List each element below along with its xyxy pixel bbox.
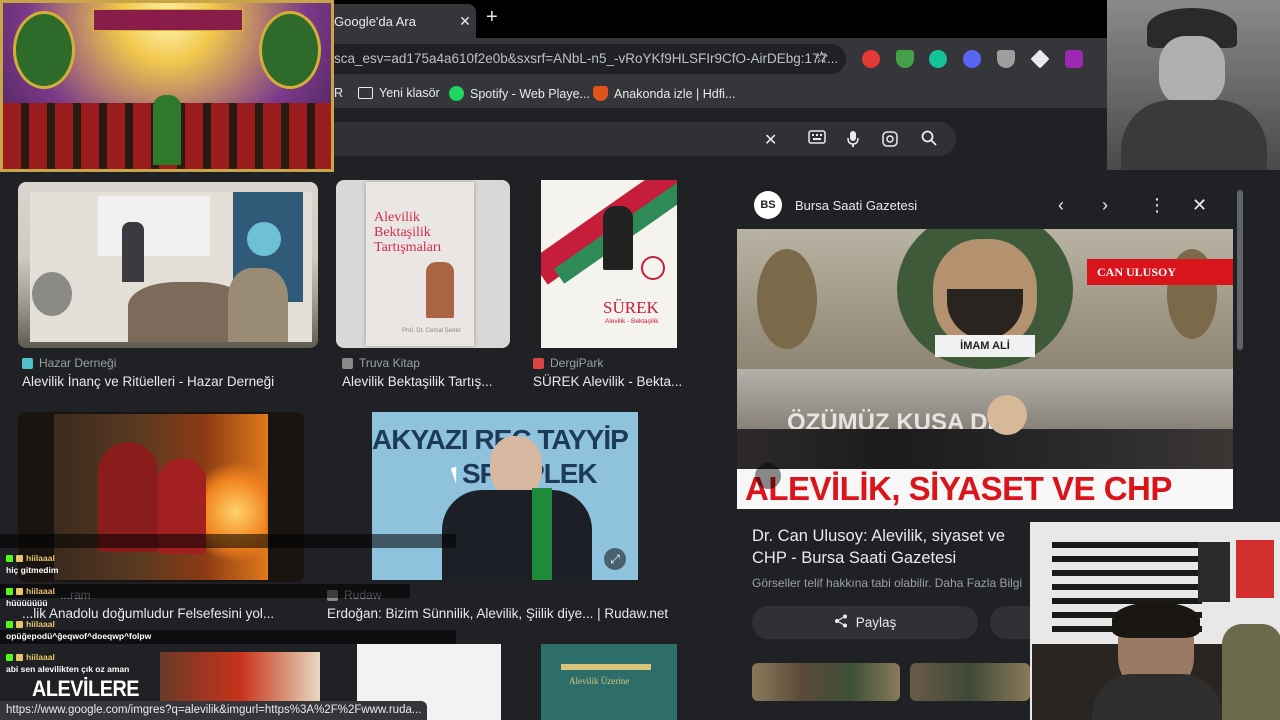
result-caption[interactable]: Alevilik Bektaşilik Tartış... <box>342 374 493 389</box>
expand-icon[interactable]: ⤢ <box>604 548 626 570</box>
tab-google-search[interactable]: Google'da Ara ✕ <box>322 4 476 38</box>
bookmark-anakonda[interactable]: Anakonda izle | Hdfi... <box>593 86 735 101</box>
image-name-tag: CAN ULUSOY <box>1087 259 1233 285</box>
book-author: Prof. Dr. Cemal Şener <box>402 328 461 334</box>
overlay-caption: ALEVİLERE <box>32 676 140 701</box>
result-image-dergipark[interactable]: SÜREK Alevilik - Bektaşilik <box>541 180 677 348</box>
search-icon[interactable] <box>921 130 937 150</box>
keyboard-icon[interactable] <box>808 130 826 148</box>
chat-text: hiç gitmedim <box>6 564 59 575</box>
status-url: https://www.google.com/imgres?q=alevilik… <box>0 701 428 720</box>
truva-favicon-icon <box>342 357 353 369</box>
bookmark-folder-yeni-klasor[interactable]: Yeni klasör <box>358 86 440 100</box>
bookmark-label: R <box>334 86 344 100</box>
panel-title[interactable]: Dr. Can Ulusoy: Alevilik, siyaset ve CHP… <box>752 525 1042 569</box>
result-caption[interactable]: SÜREK Alevilik - Bekta... <box>533 374 682 389</box>
source-logo: BS <box>754 191 782 219</box>
chat-text: hüüüüüüü <box>6 597 48 608</box>
result-source[interactable]: Hazar Derneği <box>22 356 116 370</box>
spotify-icon <box>449 86 464 101</box>
lens-icon[interactable] <box>755 463 781 489</box>
dergipark-favicon-icon <box>533 357 544 369</box>
chat-username: hiilaaal <box>26 652 55 662</box>
extension-diamond-icon[interactable] <box>1030 49 1050 69</box>
chat-username: hiilaaal <box>26 586 55 596</box>
book-title: Alevilik Üzerine <box>569 676 630 686</box>
webcam-feed <box>1030 522 1280 720</box>
result-image-truva[interactable]: Alevilik Bektaşilik Tartışmaları Prof. D… <box>336 180 510 348</box>
new-tab-button[interactable]: + <box>486 6 498 29</box>
microphone-icon[interactable] <box>846 130 860 152</box>
copyright-note[interactable]: Görseller telif hakkına tabi olabilir. D… <box>752 576 1022 590</box>
sub-badge-icon <box>16 554 23 562</box>
tab-title: Google'da Ara <box>334 13 416 29</box>
chat-text: opüğepodü^ğeqwof^doeqwp^folpw <box>6 630 152 641</box>
bookmark-label: Spotify - Web Playe... <box>470 86 590 101</box>
extension-shield-gray-icon[interactable] <box>997 50 1015 68</box>
kick-badge-icon <box>6 587 13 595</box>
related-image[interactable] <box>910 663 1030 701</box>
kick-badge-icon <box>6 620 13 628</box>
result-image-row3-b[interactable]: Alevilik Üzerine <box>541 644 677 720</box>
extension-discord-icon[interactable] <box>963 50 981 68</box>
chat-message: hiilaaal hüüüüüüü <box>6 586 466 608</box>
chat-username: hiilaaal <box>26 553 55 563</box>
result-caption[interactable]: Alevilik İnanç ve Ritüelleri - Hazar Der… <box>22 374 274 389</box>
share-icon <box>834 614 848 631</box>
sub-badge-icon <box>16 653 23 661</box>
book-title-line: Tartışmaları <box>374 240 442 255</box>
source-label: DergiPark <box>550 356 604 370</box>
source-label: Hazar Derneği <box>39 356 117 370</box>
sub-badge-icon <box>16 620 23 628</box>
extension-red-icon[interactable] <box>862 50 880 68</box>
result-source[interactable]: Truva Kitap <box>342 356 420 370</box>
image-headline: ALEVİLİK, SİYASET VE CHP <box>745 470 1172 507</box>
extension-shield-icon[interactable] <box>896 50 914 68</box>
bookmark-label: Anakonda izle | Hdfi... <box>614 86 736 101</box>
tab-close-icon[interactable]: ✕ <box>454 13 476 30</box>
bookmark-item[interactable]: R <box>334 86 343 100</box>
extension-purple-icon[interactable] <box>1065 50 1083 68</box>
chat-message: hiilaaal hiç gitmedim <box>6 553 466 575</box>
chat-backdrop <box>0 534 456 548</box>
more-options-icon[interactable]: ⋮ <box>1148 195 1166 216</box>
preview-image[interactable]: CAN ULUSOY İMAM ALİ ÖZÜMÜZ KUSA DIR ALEV… <box>737 229 1233 509</box>
chat-username: hiilaaal <box>26 619 55 629</box>
kick-badge-icon <box>6 554 13 562</box>
close-panel-icon[interactable]: ✕ <box>1192 195 1207 216</box>
bookmark-spotify[interactable]: Spotify - Web Playe... <box>449 86 590 101</box>
source-label: Truva Kitap <box>359 356 420 370</box>
related-image[interactable] <box>752 663 900 701</box>
journal-subtitle: Alevilik - Bektaşilik <box>605 318 659 325</box>
result-image-hazar[interactable] <box>18 182 318 348</box>
folder-icon <box>358 87 373 99</box>
bookmark-label: Yeni klasör <box>379 86 440 100</box>
result-source[interactable]: DergiPark <box>533 356 603 370</box>
previous-icon[interactable]: ‹ <box>1058 195 1064 216</box>
address-bar[interactable]: sca_esv=ad175a4a610f2e0b&sxsrf=ANbL-n5_-… <box>322 44 846 74</box>
hazar-favicon-icon <box>22 357 33 369</box>
journal-title: SÜREK <box>603 298 659 317</box>
search-input[interactable]: ✕ <box>320 122 956 156</box>
book-title-line: Bektaşilik <box>374 225 431 240</box>
image-label: İMAM ALİ <box>935 335 1035 357</box>
lens-camera-icon[interactable] <box>881 130 899 152</box>
next-icon[interactable]: › <box>1102 195 1108 216</box>
anakonda-icon <box>593 86 608 101</box>
bookmark-star-icon[interactable]: ☆ <box>814 48 829 68</box>
book-title-line: Alevilik <box>374 210 420 225</box>
kick-badge-icon <box>6 653 13 661</box>
panel-scrollbar[interactable] <box>1237 190 1243 350</box>
overlay-clip-image <box>160 652 320 702</box>
panel-source-name[interactable]: Bursa Saati Gazetesi <box>795 198 917 213</box>
share-button[interactable]: Paylaş <box>752 606 978 639</box>
clear-search-icon[interactable]: ✕ <box>764 130 777 150</box>
sub-badge-icon <box>16 587 23 595</box>
share-label: Paylaş <box>855 615 897 630</box>
overlay-painting-image <box>0 0 334 172</box>
extension-grammarly-icon[interactable] <box>929 50 947 68</box>
overlay-portrait-image <box>1107 0 1280 170</box>
chat-message: hiilaaal opüğepodü^ğeqwof^doeqwp^folpw <box>6 619 466 641</box>
